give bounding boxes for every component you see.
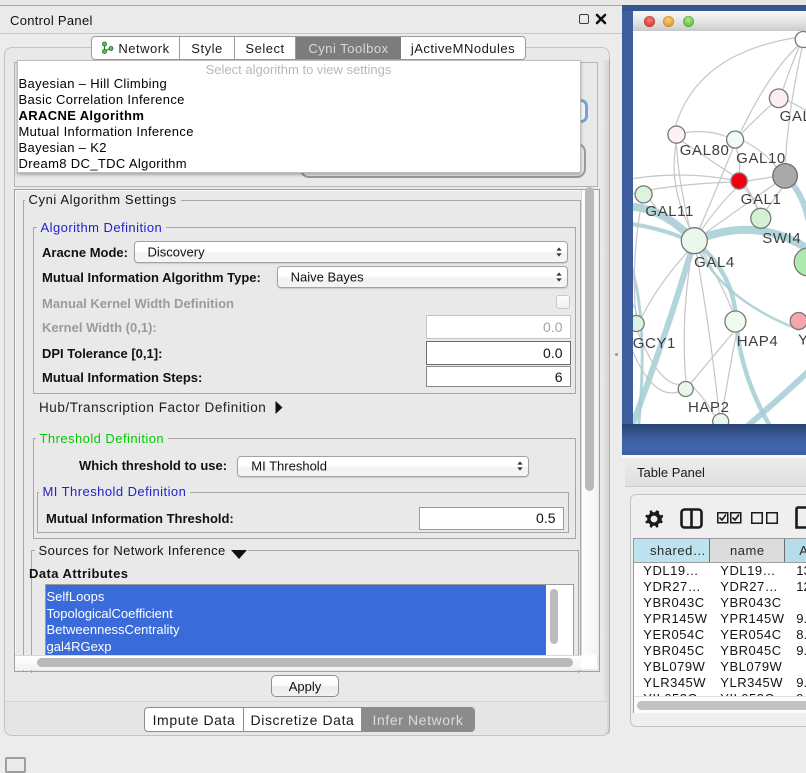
svg-text:GAL80: GAL80 bbox=[680, 142, 730, 159]
svg-text:GAL: GAL bbox=[779, 108, 805, 125]
svg-text:GAL11: GAL11 bbox=[645, 203, 694, 220]
svg-text:GAL10: GAL10 bbox=[736, 150, 786, 167]
svg-text:Y: Y bbox=[798, 331, 806, 348]
svg-text:GAL4: GAL4 bbox=[694, 254, 735, 271]
svg-text:SWI4: SWI4 bbox=[762, 230, 801, 247]
svg-text:GCY1: GCY1 bbox=[633, 335, 676, 352]
svg-text:HAP2: HAP2 bbox=[688, 399, 730, 416]
svg-text:GAL1: GAL1 bbox=[740, 191, 781, 208]
svg-text:HAP4: HAP4 bbox=[737, 333, 779, 350]
